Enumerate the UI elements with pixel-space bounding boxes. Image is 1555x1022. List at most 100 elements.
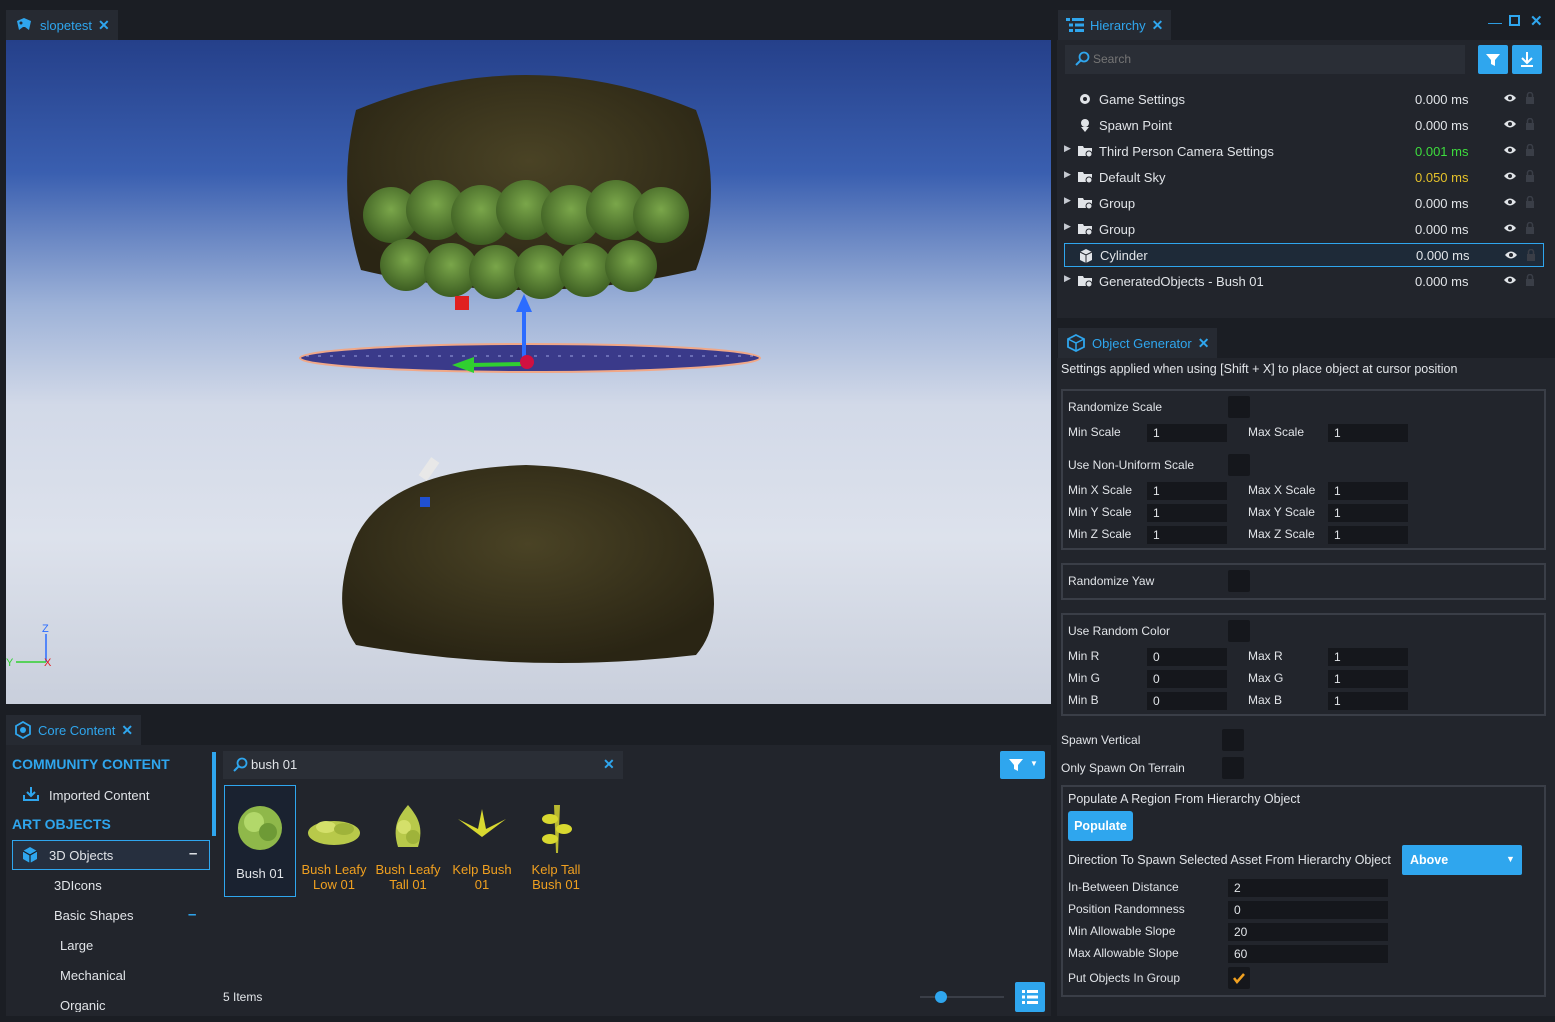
lock-icon[interactable] — [1525, 91, 1535, 107]
close-icon[interactable]: ✕ — [98, 17, 110, 34]
scene-viewport[interactable]: Z Y X — [6, 40, 1051, 704]
close-icon[interactable]: ✕ — [1198, 335, 1210, 352]
expand-arrow-icon[interactable]: ▶ — [1064, 273, 1071, 284]
tree-item-large[interactable]: Large — [60, 938, 93, 953]
core-content-tabbar: Core Content ✕ — [0, 713, 1052, 745]
min-y-field[interactable]: 1 — [1147, 504, 1227, 522]
content-tile[interactable]: Kelp Bush 01 — [446, 785, 518, 897]
expand-arrow-icon[interactable]: ▶ — [1064, 143, 1071, 154]
hierarchy-item-time: 0.000 ms — [1415, 91, 1469, 107]
tab-core-content[interactable]: Core Content ✕ — [6, 715, 142, 745]
hierarchy-row[interactable]: ▶ Group 0.000 ms — [1064, 217, 1544, 241]
hierarchy-row[interactable]: ▶ Default Sky 0.050 ms — [1064, 165, 1544, 189]
min-b-field[interactable]: 0 — [1147, 692, 1227, 710]
min-x-field[interactable]: 1 — [1147, 482, 1227, 500]
tree-scrollbar[interactable] — [212, 752, 216, 836]
imported-content-item[interactable]: Imported Content — [49, 788, 149, 803]
clear-icon[interactable]: ✕ — [603, 756, 615, 773]
tree-item-basic-shapes[interactable]: Basic Shapes — [54, 908, 134, 923]
min-r-field[interactable]: 0 — [1147, 648, 1227, 666]
expand-arrow-icon[interactable]: ▶ — [1064, 195, 1071, 206]
tab-label: Hierarchy — [1090, 17, 1146, 33]
list-view-button[interactable] — [1015, 982, 1045, 1012]
tree-item-3dicons[interactable]: 3DIcons — [54, 878, 102, 893]
content-tile[interactable]: Bush Leafy Low 01 — [298, 785, 370, 897]
expand-arrow-icon[interactable]: ▶ — [1064, 221, 1071, 232]
hierarchy-search[interactable] — [1065, 45, 1465, 74]
max-z-field[interactable]: 1 — [1328, 526, 1408, 544]
lock-icon[interactable] — [1525, 169, 1535, 185]
max-scale-field[interactable]: 1 — [1328, 424, 1408, 442]
group-checkbox[interactable] — [1228, 967, 1250, 989]
only-terrain-checkbox[interactable] — [1222, 757, 1244, 779]
tab-slopetest[interactable]: slopetest ✕ — [6, 10, 118, 40]
tab-object-generator[interactable]: Object Generator ✕ — [1058, 328, 1218, 358]
collapse-all-button[interactable] — [1512, 45, 1542, 74]
populate-button[interactable]: Populate — [1068, 811, 1133, 841]
minimize-icon[interactable]: — — [1488, 14, 1502, 30]
search-input[interactable] — [1087, 50, 1447, 68]
close-icon[interactable]: ✕ — [1152, 17, 1164, 34]
max-x-field[interactable]: 1 — [1328, 482, 1408, 500]
tree-item-mechanical[interactable]: Mechanical — [60, 968, 126, 983]
hierarchy-row[interactable]: ▶ Third Person Camera Settings 0.001 ms — [1064, 139, 1544, 163]
min-z-field[interactable]: 1 — [1147, 526, 1227, 544]
close-icon[interactable]: ✕ — [121, 722, 133, 739]
lock-icon[interactable] — [1526, 248, 1536, 264]
spawn-vertical-checkbox[interactable] — [1222, 729, 1244, 751]
eye-icon[interactable] — [1503, 144, 1517, 159]
zoom-slider[interactable] — [920, 996, 1004, 998]
eye-icon[interactable] — [1503, 170, 1517, 185]
eye-icon[interactable] — [1503, 92, 1517, 107]
min-slope-field[interactable]: 20 — [1228, 923, 1388, 941]
expand-arrow-icon[interactable]: ▶ — [1064, 169, 1071, 180]
eye-icon[interactable] — [1503, 274, 1517, 289]
lock-icon[interactable] — [1525, 117, 1535, 133]
lock-icon[interactable] — [1525, 273, 1535, 289]
hierarchy-row[interactable]: ▶ GeneratedObjects - Bush 01 0.000 ms — [1064, 269, 1544, 293]
maximize-icon[interactable] — [1509, 15, 1520, 26]
max-y-field[interactable]: 1 — [1328, 504, 1408, 522]
eye-icon[interactable] — [1504, 249, 1518, 264]
lock-icon[interactable] — [1525, 221, 1535, 237]
content-tile[interactable]: Bush 01 — [224, 785, 296, 897]
content-filter-button[interactable]: ▼ — [1000, 751, 1045, 779]
content-tile[interactable]: Bush Leafy Tall 01 — [372, 785, 444, 897]
direction-dropdown[interactable]: Above ▼ — [1402, 845, 1522, 875]
collapse-icon[interactable]: – — [188, 906, 196, 923]
collapse-icon[interactable]: – — [189, 845, 197, 862]
close-panel-icon[interactable]: ✕ — [1530, 12, 1543, 30]
randomize-scale-checkbox[interactable] — [1228, 396, 1250, 418]
max-g-field[interactable]: 1 — [1328, 670, 1408, 688]
eye-icon[interactable] — [1503, 118, 1517, 133]
tab-hierarchy[interactable]: Hierarchy ✕ — [1058, 10, 1172, 40]
non-uniform-checkbox[interactable] — [1228, 454, 1250, 476]
checkmark-icon — [1233, 973, 1245, 984]
eye-icon[interactable] — [1503, 222, 1517, 237]
hierarchy-row[interactable]: ▶ Group 0.000 ms — [1064, 191, 1544, 215]
list-icon — [1066, 18, 1084, 32]
tree-item-organic[interactable]: Organic — [60, 998, 106, 1012]
filter-button[interactable] — [1478, 45, 1508, 74]
randomness-field[interactable]: 0 — [1228, 901, 1388, 919]
eye-icon[interactable] — [1503, 196, 1517, 211]
zoom-slider-thumb[interactable] — [935, 991, 947, 1003]
hierarchy-row[interactable]: Game Settings 0.000 ms — [1064, 87, 1544, 111]
content-search[interactable]: bush 01 ✕ — [223, 751, 623, 779]
content-tile[interactable]: Kelp Tall Bush 01 — [520, 785, 592, 897]
lock-icon[interactable] — [1525, 143, 1535, 159]
hierarchy-item-time: 0.000 ms — [1415, 221, 1469, 237]
random-color-checkbox[interactable] — [1228, 620, 1250, 642]
hierarchy-row[interactable]: Cylinder 0.000 ms — [1064, 243, 1544, 267]
max-b-field[interactable]: 1 — [1328, 692, 1408, 710]
between-field[interactable]: 2 — [1228, 879, 1388, 897]
hierarchy-row[interactable]: Spawn Point 0.000 ms — [1064, 113, 1544, 137]
min-scale-field[interactable]: 1 — [1147, 424, 1227, 442]
max-slope-field[interactable]: 60 — [1228, 945, 1388, 963]
tree-item-3d-objects[interactable]: 3D Objects – — [12, 840, 210, 870]
max-slope-label: Max Allowable Slope — [1068, 946, 1179, 960]
randomize-yaw-checkbox[interactable] — [1228, 570, 1250, 592]
min-g-field[interactable]: 0 — [1147, 670, 1227, 688]
max-r-field[interactable]: 1 — [1328, 648, 1408, 666]
lock-icon[interactable] — [1525, 195, 1535, 211]
